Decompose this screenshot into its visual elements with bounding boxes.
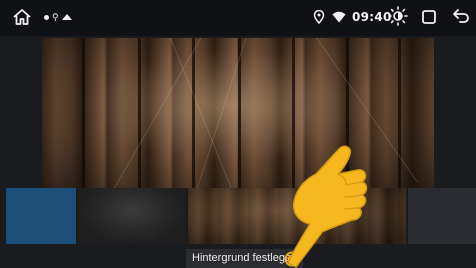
- plank-seam: [192, 38, 195, 188]
- status-time: 09:40: [352, 10, 392, 24]
- location-pin-icon: [312, 9, 326, 25]
- wallpaper-thumbnail-gray[interactable]: [408, 188, 476, 244]
- wallpaper-thumbnail-strip: [0, 188, 476, 244]
- notification-dot-icon: [44, 14, 49, 20]
- wifi-icon: [331, 9, 347, 25]
- pointing-hand-icon: [287, 145, 368, 268]
- wallpaper-thumbnail-dark[interactable]: [78, 188, 186, 244]
- recents-icon[interactable]: [420, 7, 438, 27]
- usb-icon: ⚲: [52, 12, 59, 22]
- plank-seam: [82, 38, 85, 188]
- status-bar: ⚲ 09:40: [0, 0, 476, 36]
- home-icon[interactable]: [11, 6, 33, 28]
- brightness-icon[interactable]: [387, 5, 409, 27]
- wallpaper-thumbnail-blue[interactable]: [6, 188, 76, 244]
- scratch-mark: [112, 38, 213, 188]
- scratch-mark: [162, 38, 238, 188]
- notification-icons: ⚲: [44, 9, 72, 25]
- plank-seam: [138, 38, 141, 188]
- warning-triangle-icon: [61, 14, 72, 20]
- back-icon[interactable]: [451, 6, 471, 26]
- plank-seam: [398, 38, 401, 188]
